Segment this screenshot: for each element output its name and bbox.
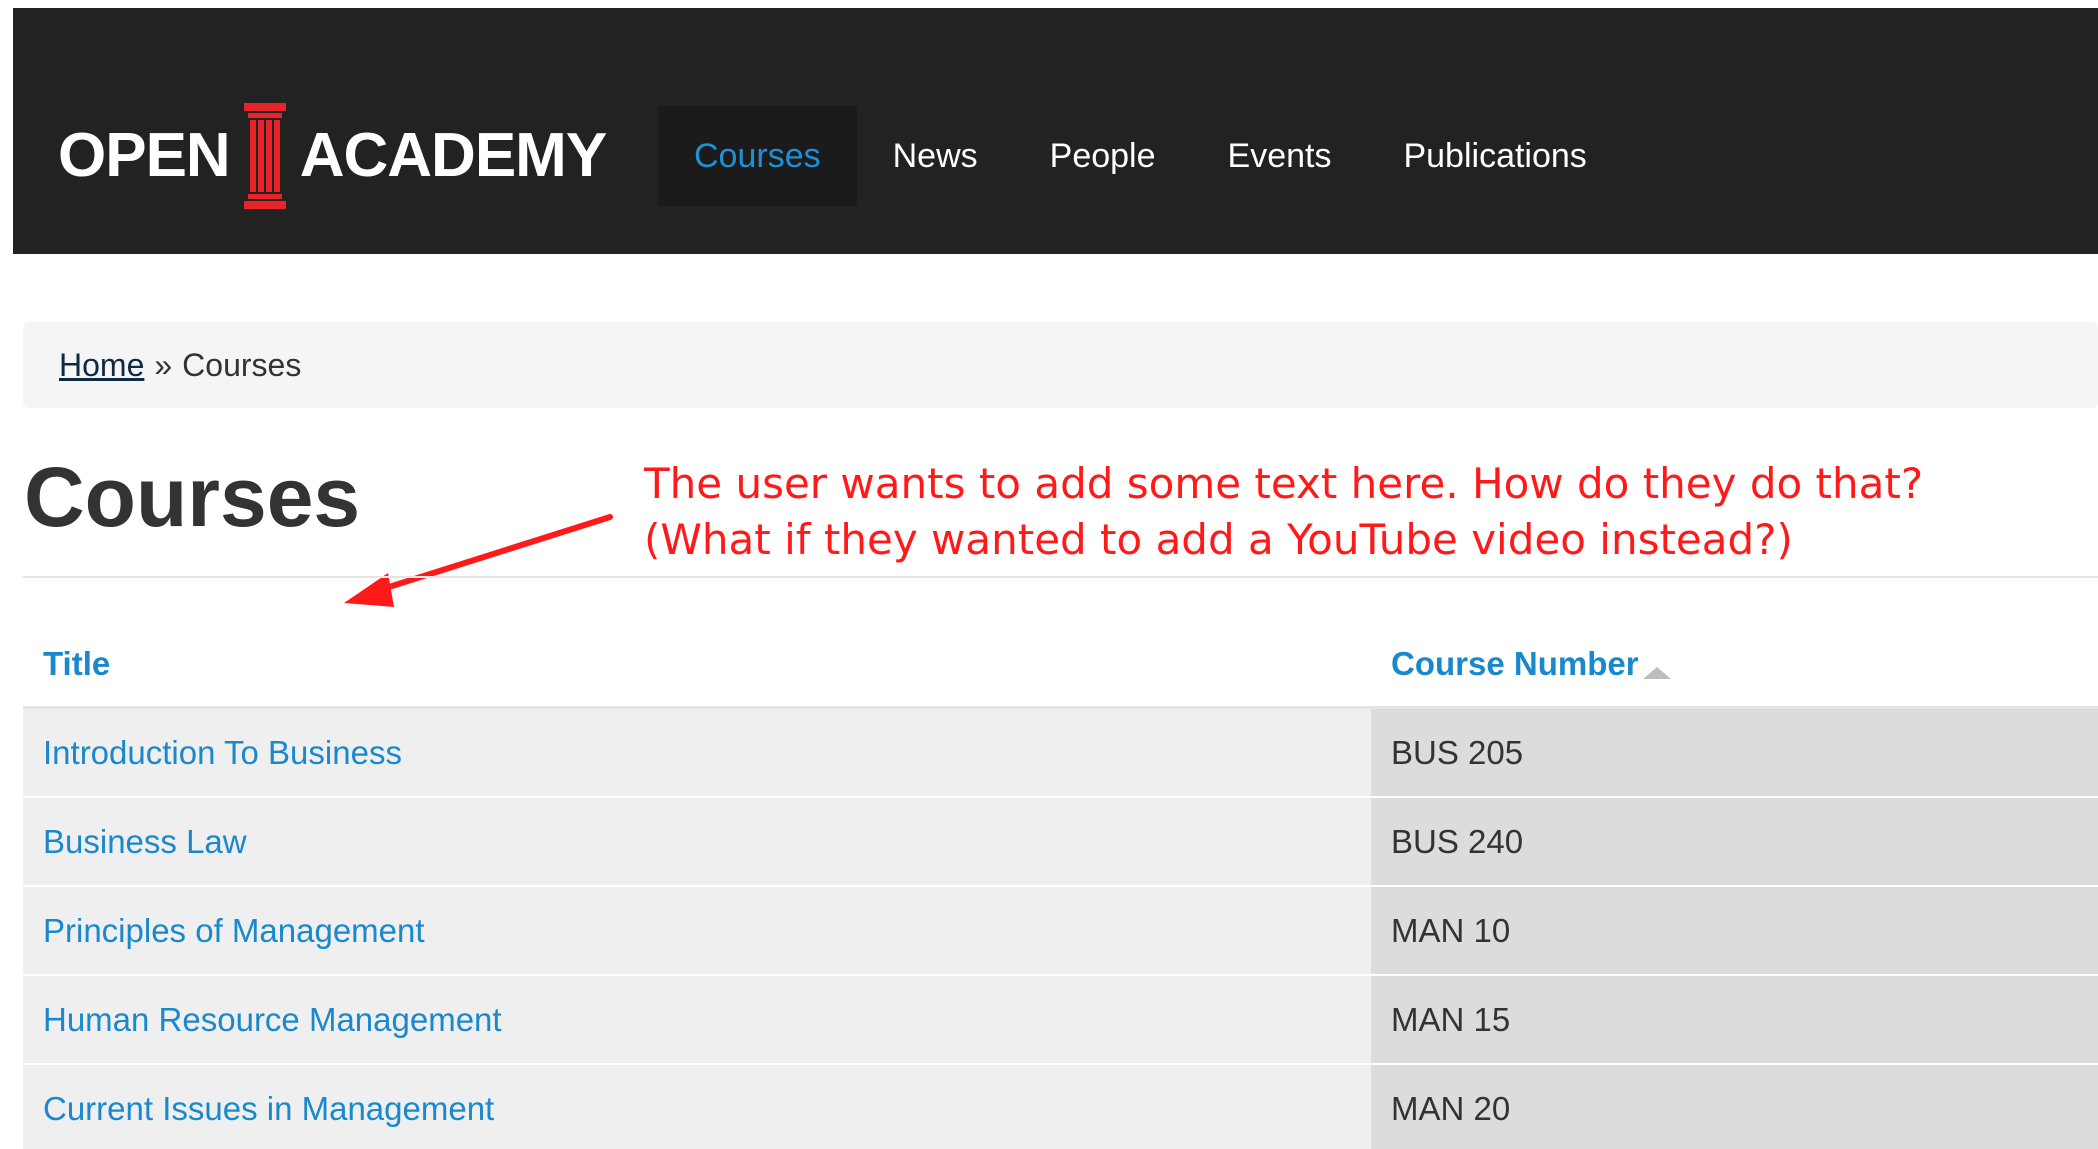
- annotation-line-1: The user wants to add some text here. Ho…: [644, 459, 1924, 508]
- column-header-title[interactable]: Title: [23, 622, 1371, 709]
- column-header-course-number-label: Course Number: [1391, 645, 1639, 682]
- main-nav: Courses News People Events Publications: [658, 106, 1623, 206]
- page: OPEN ACADEMY Courses News People Events …: [0, 0, 2098, 1149]
- nav-item-publications[interactable]: Publications: [1367, 106, 1622, 206]
- table-row: Business Law BUS 240: [23, 796, 2098, 886]
- course-title-link[interactable]: Current Issues in Management: [23, 1063, 1371, 1149]
- column-header-title-label: Title: [43, 645, 111, 682]
- annotation-arrow-icon: [344, 514, 613, 607]
- course-number: BUS 240: [1371, 796, 2098, 886]
- table-row: Current Issues in Management MAN 20: [23, 1063, 2098, 1149]
- breadcrumb-home-link[interactable]: Home: [59, 347, 144, 384]
- breadcrumb: Home » Courses: [23, 322, 2098, 408]
- column-header-course-number[interactable]: Course Number: [1371, 622, 2098, 709]
- course-title-link[interactable]: Principles of Management: [23, 885, 1371, 975]
- site-logo[interactable]: OPEN ACADEMY: [58, 103, 607, 209]
- nav-item-news[interactable]: News: [857, 106, 1014, 206]
- course-title-link[interactable]: Human Resource Management: [23, 974, 1371, 1064]
- breadcrumb-separator: »: [154, 346, 173, 383]
- course-number: BUS 205: [1371, 706, 2098, 797]
- logo-word-academy: ACADEMY: [299, 121, 607, 190]
- course-number: MAN 15: [1371, 974, 2098, 1064]
- course-title-link[interactable]: Business Law: [23, 796, 1371, 886]
- table-header-row: Title Course Number: [23, 622, 2098, 709]
- title-divider: [23, 576, 2098, 578]
- course-number: MAN 10: [1371, 885, 2098, 975]
- annotation-line-2: (What if they wanted to add a YouTube vi…: [644, 515, 1793, 564]
- sort-ascending-icon: [1642, 667, 1671, 679]
- annotation-note: The user wants to add some text here. Ho…: [644, 456, 1923, 568]
- courses-table: Title Course Number Introduction To Busi…: [23, 622, 2098, 1149]
- course-number: MAN 20: [1371, 1063, 2098, 1149]
- course-title-link[interactable]: Introduction To Business: [23, 706, 1371, 797]
- table-row: Principles of Management MAN 10: [23, 885, 2098, 975]
- table-row: Introduction To Business BUS 205: [23, 706, 2098, 797]
- nav-item-courses[interactable]: Courses: [658, 106, 857, 206]
- page-title: Courses: [24, 450, 361, 544]
- breadcrumb-current: Courses: [182, 346, 302, 383]
- nav-item-people[interactable]: People: [1014, 106, 1192, 206]
- logo-word-open: OPEN: [58, 121, 231, 190]
- table-row: Human Resource Management MAN 15: [23, 974, 2098, 1064]
- pillar-icon: [243, 103, 286, 209]
- nav-item-events[interactable]: Events: [1192, 106, 1368, 206]
